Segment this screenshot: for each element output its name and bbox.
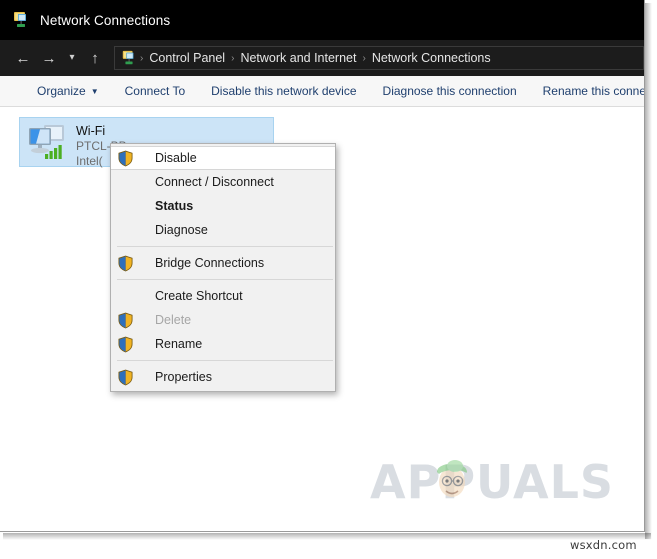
- address-bar[interactable]: › Control Panel › Network and Internet ›…: [114, 46, 644, 70]
- menu-item-label: Properties: [155, 370, 212, 384]
- menu-item-disable[interactable]: Disable: [111, 146, 335, 170]
- shield-icon: [117, 255, 134, 272]
- command-toolbar: Organize ▼ Connect To Disable this networ…: [0, 76, 644, 107]
- shield-icon: [117, 369, 134, 386]
- context-menu: Disable Connect / Disconnect Status Diag…: [110, 143, 336, 392]
- menu-item-delete[interactable]: Delete: [111, 308, 335, 332]
- toolbar-organize-button[interactable]: Organize ▼: [24, 84, 112, 98]
- window-title: Network Connections: [40, 12, 171, 28]
- toolbar-connect-to-button[interactable]: Connect To: [112, 84, 199, 98]
- menu-item-rename[interactable]: Rename: [111, 332, 335, 356]
- menu-item-label: Bridge Connections: [155, 256, 265, 270]
- toolbar-diagnose-connection-button[interactable]: Diagnose this connection: [370, 84, 530, 98]
- window-right-shadow: [645, 3, 652, 539]
- menu-item-label: Connect / Disconnect: [155, 175, 274, 189]
- menu-item-status[interactable]: Status: [111, 194, 335, 218]
- shield-icon: [117, 312, 134, 329]
- forward-arrow-icon[interactable]: →: [36, 45, 62, 71]
- network-adapter-icon: [24, 122, 70, 164]
- menu-item-connect-disconnect[interactable]: Connect / Disconnect: [111, 170, 335, 194]
- menu-item-label: Create Shortcut: [155, 289, 243, 303]
- menu-item-label: Delete: [155, 313, 192, 327]
- menu-separator: [117, 246, 333, 247]
- chevron-down-icon: ▼: [90, 87, 99, 96]
- breadcrumb-network-connections[interactable]: Network Connections: [367, 51, 496, 65]
- breadcrumb-control-panel[interactable]: Control Panel: [144, 51, 230, 65]
- breadcrumb-network-and-internet[interactable]: Network and Internet: [235, 51, 361, 65]
- appuals-watermark-logo: [428, 452, 476, 504]
- menu-item-properties[interactable]: Properties: [111, 365, 335, 389]
- toolbar-rename-connection-button[interactable]: Rename this conne: [530, 84, 644, 98]
- menu-item-bridge-connections[interactable]: Bridge Connections: [111, 251, 335, 275]
- network-connections-icon: [12, 11, 30, 29]
- menu-separator: [117, 279, 333, 280]
- menu-item-label: Diagnose: [155, 223, 208, 237]
- menu-item-create-shortcut[interactable]: Create Shortcut: [111, 284, 335, 308]
- toolbar-disable-device-button[interactable]: Disable this network device: [198, 84, 369, 98]
- menu-item-label: Disable: [155, 151, 197, 165]
- network-connections-window: Network Connections ← → ▾ ↑ › Control Pa…: [0, 0, 645, 532]
- navigation-bar: ← → ▾ ↑ › Control Panel › Network and In…: [0, 40, 644, 76]
- toolbar-organize-label: Organize: [37, 84, 86, 98]
- address-bar-icon: [121, 50, 137, 66]
- menu-item-label: Rename: [155, 337, 203, 351]
- chevron-down-icon[interactable]: ▾: [62, 45, 82, 71]
- up-arrow-icon[interactable]: ↑: [82, 45, 108, 71]
- shield-icon: [117, 150, 134, 167]
- menu-separator: [117, 360, 333, 361]
- connection-name: Wi-Fi: [76, 124, 106, 138]
- wsxdn-watermark: wsxdn.com: [570, 538, 637, 552]
- menu-item-label: Status: [155, 199, 194, 213]
- window-bottom-shadow: [3, 533, 651, 540]
- menu-item-diagnose[interactable]: Diagnose: [111, 218, 335, 242]
- title-bar: Network Connections: [0, 0, 644, 40]
- back-arrow-icon[interactable]: ←: [10, 45, 36, 71]
- appuals-watermark-text: APPUALS: [370, 455, 615, 509]
- shield-icon: [117, 336, 134, 353]
